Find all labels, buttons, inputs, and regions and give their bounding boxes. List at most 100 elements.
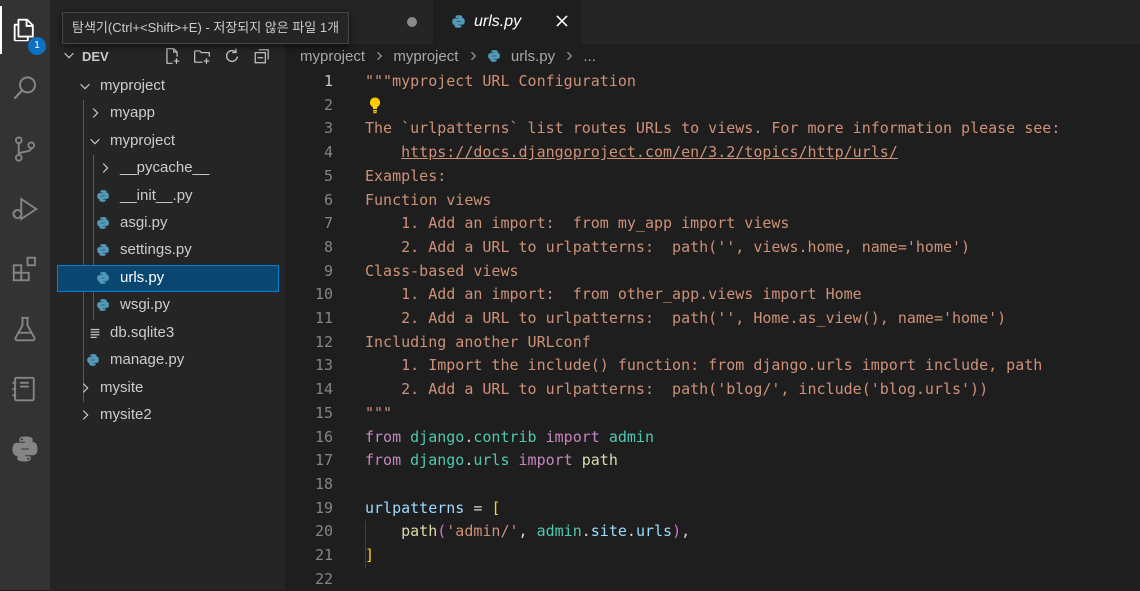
operator: = [464, 498, 492, 517]
new-folder-button[interactable] [192, 46, 212, 66]
variable: urls [635, 522, 673, 541]
lightbulb-icon[interactable] [367, 96, 383, 114]
line-number: 6 [323, 190, 333, 209]
python-file-icon [87, 354, 99, 366]
explorer-tooltip: 탐색기(Ctrl+<Shift>+E) - 저장되지 않은 파일 1개 [62, 12, 350, 44]
tree-file-urls[interactable]: urls.py [57, 265, 279, 292]
string: 'admin/' [446, 522, 519, 541]
workspace-title: DEV [82, 49, 109, 64]
code-line: ] [365, 544, 374, 568]
chevron-right-icon [467, 50, 479, 62]
source-control-button[interactable] [0, 125, 50, 173]
tree-label: __init__.py [120, 187, 193, 204]
breadcrumb-item[interactable]: myproject [300, 48, 365, 65]
code-line: from django.contrib import admin [365, 426, 654, 450]
tree-folder-mysite[interactable]: mysite [50, 375, 285, 402]
tab-urls-py[interactable]: urls.py [433, 0, 581, 44]
breadcrumb-item[interactable]: urls.py [511, 48, 555, 65]
extensions-button[interactable] [0, 245, 50, 293]
keyword: from [365, 427, 402, 446]
operator: . [626, 522, 636, 541]
variable: site [590, 522, 627, 541]
python-button[interactable] [0, 425, 50, 473]
breadcrumb-item[interactable]: ... [583, 48, 596, 65]
line-number: 20 [314, 522, 333, 541]
tree-label: settings.py [120, 241, 192, 258]
testing-icon [14, 316, 36, 342]
tree-label: manage.py [110, 351, 185, 368]
tab-label: urls.py [474, 13, 522, 30]
code-line: Function views [365, 190, 492, 209]
close-icon[interactable] [553, 12, 571, 30]
unsaved-dot-icon[interactable] [407, 17, 417, 27]
line-number: 22 [314, 569, 333, 588]
chevron-right-icon [92, 108, 99, 118]
line-number: 12 [314, 332, 333, 351]
code-line: """myproject URL Configuration [365, 72, 636, 90]
bracket: ] [365, 546, 375, 564]
collapse-all-icon [254, 49, 269, 64]
line-number: 14 [314, 380, 333, 399]
tree-file-init[interactable]: __init__.py [50, 183, 285, 210]
tree-folder-myproject[interactable]: myproject [50, 73, 285, 100]
tree-label: myapp [110, 104, 156, 121]
line-number: 18 [314, 474, 333, 493]
new-file-button[interactable] [162, 46, 182, 66]
line-number: 19 [314, 498, 333, 517]
tree-file-settings[interactable]: settings.py [50, 237, 285, 264]
code-line: 2. Add a URL to urlpatterns: path('', Ho… [365, 309, 1007, 327]
explorer-button[interactable]: 1 [0, 6, 50, 55]
code-line: Class-based views [365, 261, 519, 280]
module: django [410, 427, 465, 446]
code-line: https://docs.djangoproject.com/en/3.2/to… [365, 141, 898, 165]
source-control-icon [14, 136, 36, 162]
tree-label: myproject [100, 77, 166, 94]
refresh-icon [226, 48, 239, 63]
chevron-down-icon [90, 138, 100, 145]
line-number: 5 [323, 166, 333, 185]
line-number: 9 [323, 261, 333, 280]
testing-button[interactable] [0, 305, 50, 353]
chevron-right-icon [102, 163, 109, 173]
tree-folder-mysite2[interactable]: mysite2 [50, 402, 285, 429]
module: contrib [473, 427, 537, 446]
python-icon [12, 436, 38, 462]
operator: , [518, 522, 537, 541]
code-line: from django.urls import path [365, 449, 618, 473]
tree-label: db.sqlite3 [110, 324, 175, 341]
python-file-icon [452, 15, 465, 28]
collapse-all-button[interactable] [252, 46, 272, 66]
line-number: 8 [323, 237, 333, 256]
new-file-icon [166, 48, 180, 64]
tree-file-asgi[interactable]: asgi.py [50, 210, 285, 237]
search-button[interactable] [0, 64, 50, 112]
unsaved-count-badge: 1 [28, 37, 46, 55]
line-number: 16 [314, 427, 333, 446]
docs-link[interactable]: https://docs.djangoproject.com/en/3.2/to… [401, 143, 898, 161]
tree-label: asgi.py [120, 214, 168, 231]
tree-folder-myapp[interactable]: myapp [50, 100, 285, 127]
code-line: 1. Add an import: from other_app.views i… [365, 285, 862, 304]
text-file-icon [90, 328, 100, 338]
line-number: 17 [314, 451, 333, 470]
tree-folder-pycache[interactable]: __pycache__ [50, 155, 285, 182]
line-number: 7 [323, 214, 333, 233]
run-debug-button[interactable] [0, 185, 50, 233]
refresh-button[interactable] [222, 46, 242, 66]
code-line: path('admin/', admin.site.urls), [365, 520, 690, 544]
tree-file-manage[interactable]: manage.py [50, 347, 285, 374]
python-file-icon [97, 244, 109, 256]
code-line: Examples: [365, 166, 447, 185]
search-icon [13, 76, 36, 100]
breadcrumb-item[interactable]: myproject [393, 48, 458, 65]
code-line: The `urlpatterns` list routes URLs to vi… [365, 119, 1061, 138]
line-number: 11 [314, 309, 333, 327]
workspace-section-header[interactable]: DEV [50, 44, 285, 70]
module: django [410, 451, 465, 470]
tree-file-wsgi[interactable]: wsgi.py [50, 292, 285, 319]
notebook-button[interactable] [0, 365, 50, 413]
chevron-right-icon [563, 50, 575, 62]
tree-file-db[interactable]: db.sqlite3 [50, 320, 285, 347]
tree-folder-myproject-inner[interactable]: myproject [50, 128, 285, 155]
